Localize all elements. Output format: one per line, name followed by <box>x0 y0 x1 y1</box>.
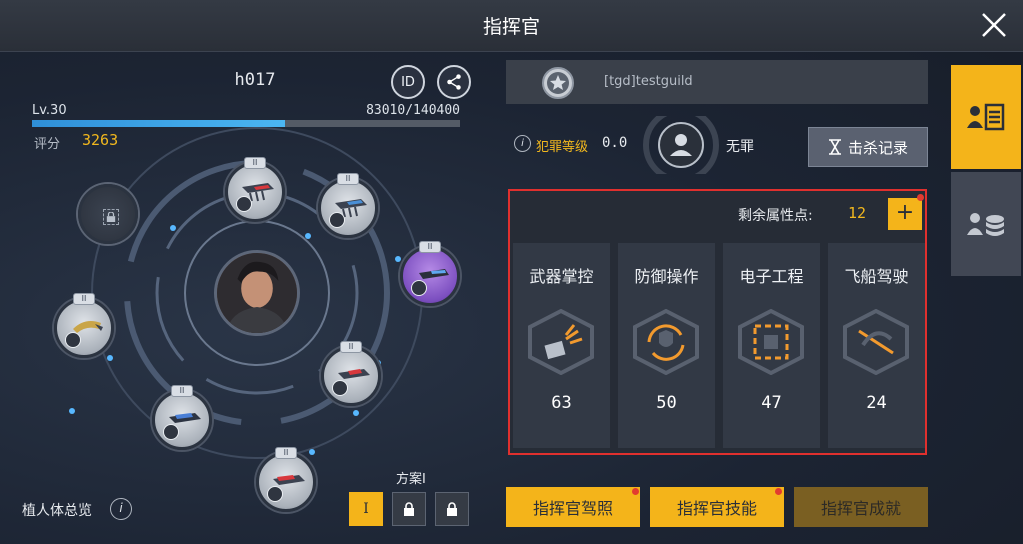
implants-info-icon[interactable]: i <box>110 498 132 520</box>
crime-info-icon[interactable]: i <box>514 135 531 152</box>
score-label: 评分 <box>34 137 61 152</box>
share-button[interactable] <box>437 65 471 99</box>
kill-record-button[interactable]: 击杀记录 <box>808 127 928 167</box>
attribute-electronic-engineering[interactable]: 电子工程 47 <box>723 243 820 448</box>
implants-overview-label[interactable]: 植人体总览 <box>22 500 92 520</box>
player-name: h017 <box>234 70 276 90</box>
window-title: 指挥官 <box>482 16 540 38</box>
attribute-value: 63 <box>551 393 572 413</box>
attribute-weapon-control[interactable]: 武器掌控 63 <box>513 243 610 448</box>
remaining-points-value: 12 <box>848 204 867 222</box>
exp-bar <box>32 120 460 127</box>
implant-slot[interactable]: II <box>321 341 381 406</box>
star-icon <box>547 72 569 94</box>
implant-type-icon <box>65 332 81 348</box>
commander-portrait-image <box>217 253 297 333</box>
implant-slot[interactable]: II <box>400 241 460 306</box>
hourglass-icon <box>828 139 841 155</box>
implant-slot[interactable]: II <box>54 293 114 358</box>
level-label: Lv.30 <box>32 103 67 118</box>
tier-badge: II <box>275 447 297 459</box>
guild-bar[interactable]: [tgd]testguild <box>506 60 928 104</box>
profile-card-icon <box>967 103 1005 131</box>
plus-icon: + <box>895 200 915 225</box>
crime-level-value: 0.0 <box>602 135 628 151</box>
plan-label: 方案I <box>396 472 426 487</box>
plan-button-1[interactable]: I <box>349 492 383 526</box>
commander-skills-label: 指挥官技能 <box>676 499 757 518</box>
attribute-name: 武器掌控 <box>529 267 594 286</box>
plan-button-2-locked[interactable] <box>392 492 426 526</box>
notification-dot <box>632 488 639 495</box>
commander-portrait <box>214 250 300 336</box>
title-bar: 指挥官 <box>0 0 1023 52</box>
star-badge-icon <box>542 67 574 99</box>
attribute-name: 防御操作 <box>634 267 699 286</box>
attribute-name: 电子工程 <box>739 267 804 286</box>
implant-slot[interactable]: II <box>318 173 378 238</box>
tier-badge: II <box>73 293 95 305</box>
exp-bar-fill <box>32 120 285 127</box>
implant-slot[interactable]: II <box>152 385 212 450</box>
lock-icon <box>106 212 116 222</box>
info-glyph: i <box>521 138 524 149</box>
attribute-name: 飞船驾驶 <box>844 267 909 286</box>
attribute-value: 50 <box>656 393 677 413</box>
exp-text: 83010/140400 <box>366 103 460 118</box>
commander-achievements-button[interactable]: 指挥官成就 <box>794 487 928 527</box>
implant-panel: h017 ID Lv.30 83010/140400 评分 3263 II II <box>0 60 485 544</box>
share-icon <box>447 74 461 90</box>
attribute-panel: 剩余属性点: 12 + 武器掌控 63 防御操作 50 电子工程 47 飞船驾驶… <box>508 189 927 455</box>
commander-license-label: 指挥官驾照 <box>532 499 613 518</box>
tier-badge: II <box>171 385 193 397</box>
kill-record-label: 击杀记录 <box>847 138 908 157</box>
attribute-value: 24 <box>866 393 887 413</box>
crime-status: 无罪 <box>726 139 754 155</box>
remaining-points-label: 剩余属性点: <box>738 208 813 224</box>
lock-icon <box>404 502 414 516</box>
implant-type-icon <box>332 380 348 396</box>
close-button[interactable] <box>979 10 1009 40</box>
tab-profile[interactable] <box>951 65 1021 169</box>
plan-button-label: I <box>363 501 369 517</box>
tier-badge: II <box>337 173 359 185</box>
commander-achievements-label: 指挥官成就 <box>820 499 901 518</box>
commander-license-button[interactable]: 指挥官驾照 <box>506 487 640 527</box>
implant-type-icon <box>411 280 427 296</box>
implant-type-icon <box>163 424 179 440</box>
tier-badge: II <box>340 341 362 353</box>
attribute-defense-operation[interactable]: 防御操作 50 <box>618 243 715 448</box>
implant-type-icon <box>329 212 345 228</box>
tab-assets[interactable] <box>951 172 1021 276</box>
id-label: ID <box>401 74 415 90</box>
info-glyph: i <box>119 501 123 515</box>
ship-piloting-icon <box>843 309 909 375</box>
guild-name: [tgd]testguild <box>604 74 693 89</box>
crime-row: i 犯罪等级 0.0 无罪 击杀记录 <box>506 116 928 174</box>
defense-operation-icon <box>633 309 699 375</box>
crime-avatar-icon <box>643 116 719 174</box>
implant-type-icon <box>236 196 252 212</box>
plan-button-3-locked[interactable] <box>435 492 469 526</box>
crime-level-label: 犯罪等级 <box>536 140 589 155</box>
commander-skills-button[interactable]: 指挥官技能 <box>650 487 784 527</box>
implant-slot-locked[interactable] <box>78 184 138 244</box>
implant-slot[interactable]: II <box>256 447 316 512</box>
notification-dot <box>917 194 924 201</box>
user-coins-icon <box>967 213 1004 236</box>
implant-slot[interactable]: II <box>225 157 285 222</box>
notification-dot <box>775 488 782 495</box>
attribute-value: 47 <box>761 393 782 413</box>
player-id-button[interactable]: ID <box>391 65 425 99</box>
implant-type-icon <box>267 486 283 502</box>
tier-badge: II <box>244 157 266 169</box>
tier-badge: II <box>419 241 441 253</box>
score-value: 3263 <box>82 131 119 149</box>
electronic-engineering-icon <box>738 309 804 375</box>
lock-icon <box>447 502 457 516</box>
weapon-control-icon <box>528 309 594 375</box>
close-icon <box>982 13 1006 37</box>
attribute-ship-piloting[interactable]: 飞船驾驶 24 <box>828 243 925 448</box>
add-attribute-point-button[interactable]: + <box>888 198 922 230</box>
